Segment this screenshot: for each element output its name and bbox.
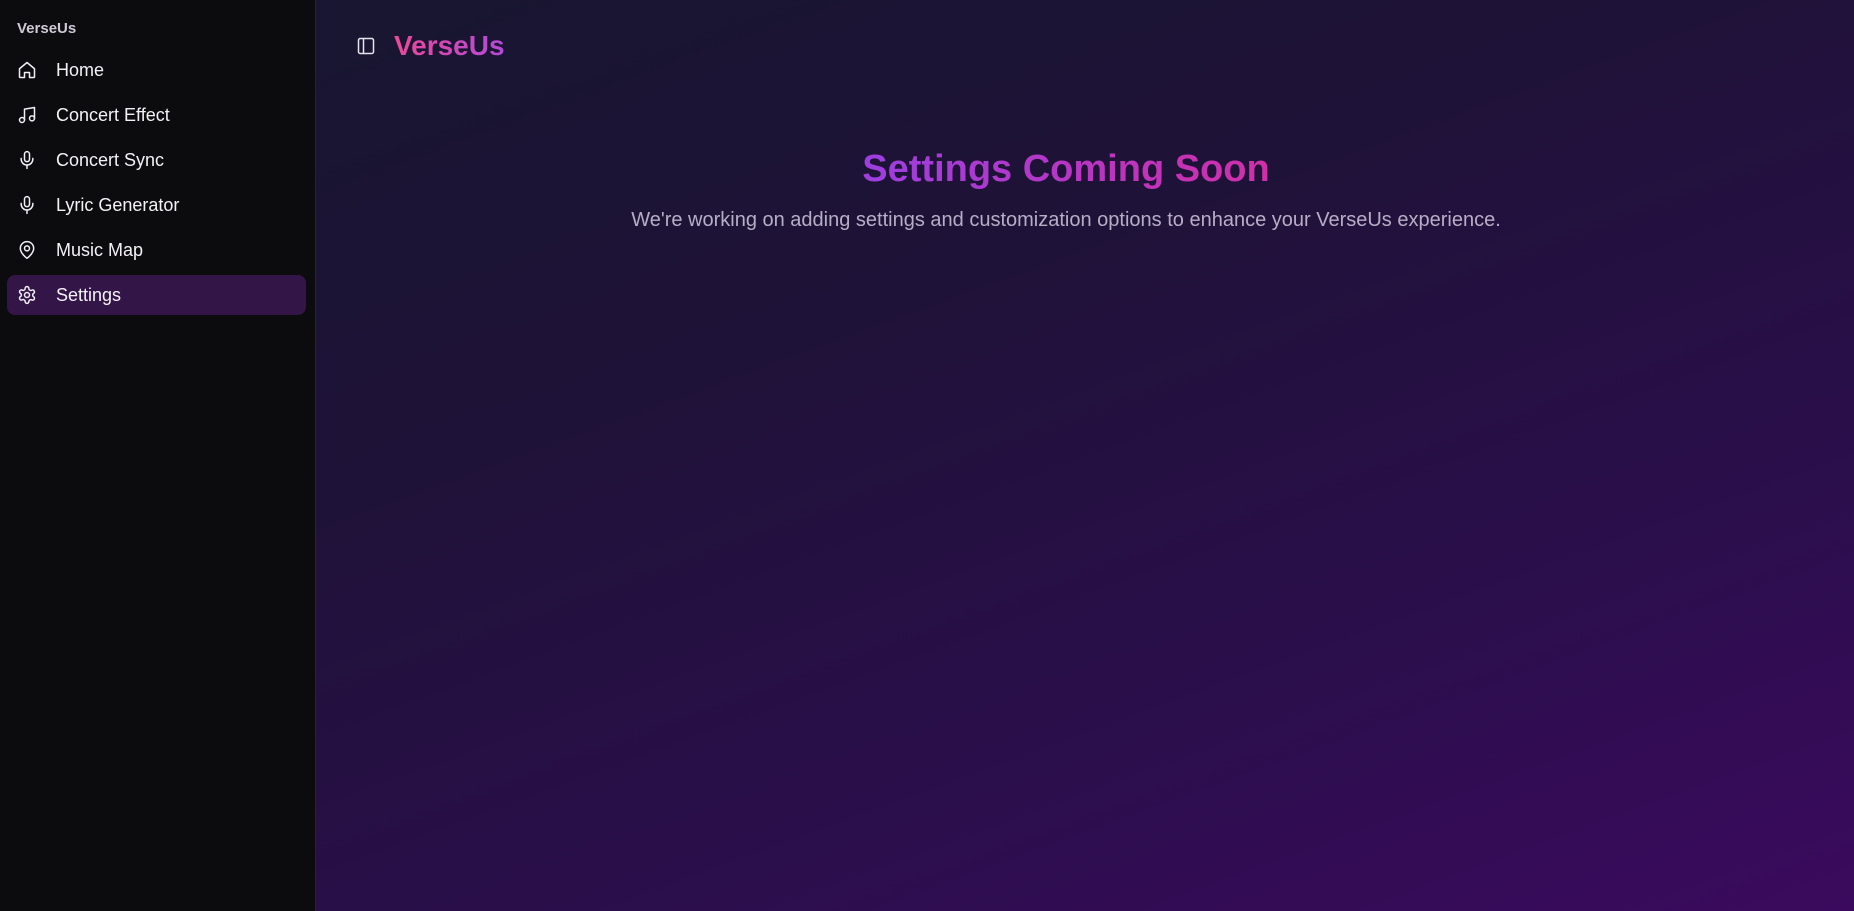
sidebar-item-label: Music Map [56, 239, 144, 260]
sidebar: VerseUs Home Concert Effect Concert Sync… [0, 0, 316, 911]
sidebar-item-label: Lyric Generator [56, 194, 180, 215]
sidebar-item-settings[interactable]: Settings [7, 275, 306, 315]
settings-placeholder: Settings Coming Soon We're working on ad… [316, 148, 1816, 232]
page-title: Settings Coming Soon [862, 148, 1270, 190]
sidebar-item-music-map[interactable]: Music Map [7, 230, 306, 270]
app-title: VerseUs [394, 30, 505, 61]
sidebar-item-label: Settings [56, 284, 122, 305]
sidebar-item-concert-effect[interactable]: Concert Effect [7, 95, 306, 135]
page-description: We're working on adding settings and cus… [631, 209, 1501, 231]
gear-icon [16, 284, 38, 306]
microphone-icon [16, 194, 38, 216]
sidebar-item-label: Concert Effect [56, 104, 170, 125]
map-pin-icon [16, 239, 38, 261]
sidebar-item-label: Concert Sync [56, 149, 165, 170]
sidebar-toggle-icon [356, 36, 376, 56]
sidebar-item-concert-sync[interactable]: Concert Sync [7, 140, 306, 180]
sidebar-brand: VerseUs [17, 20, 77, 37]
sidebar-item-home[interactable]: Home [7, 50, 306, 90]
music-note-icon [16, 104, 38, 126]
sidebar-item-label: Home [56, 59, 105, 80]
sidebar-toggle-button[interactable] [354, 34, 378, 58]
main-content: VerseUs Settings Coming Soon We're worki… [316, 0, 1854, 911]
microphone-icon [16, 149, 38, 171]
top-bar: VerseUs [354, 30, 505, 62]
sidebar-item-lyric-generator[interactable]: Lyric Generator [7, 185, 306, 225]
sidebar-nav: Home Concert Effect Concert Sync Lyric G… [7, 50, 306, 320]
home-icon [16, 59, 38, 81]
